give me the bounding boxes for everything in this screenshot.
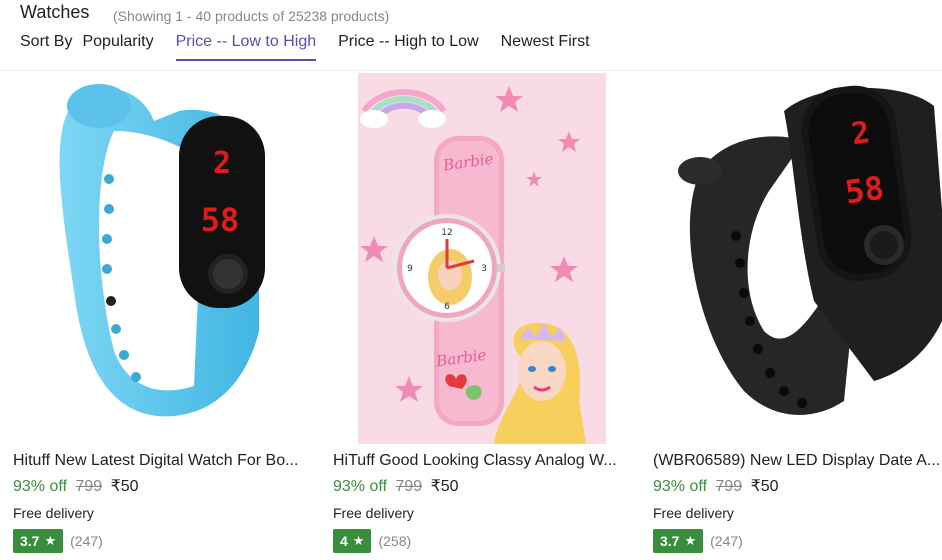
delivery-text: Free delivery <box>333 505 414 521</box>
product-grid: 2 58 Hituff New Latest Digital Watch For… <box>0 70 942 560</box>
black-led-watch-image: 2 58 <box>678 85 942 415</box>
product-card[interactable]: 2 58 Hituff New Latest Digital Watch For… <box>4 71 322 560</box>
product-image[interactable]: 2 58 <box>644 71 942 446</box>
pink-barbie-watch-image: Barbie Barbie 12369 <box>358 73 606 444</box>
rating-row: 3.7 ★ (247) <box>13 529 103 553</box>
svg-text:6: 6 <box>444 302 450 312</box>
product-card[interactable]: 2 58 (WBR06589) New LED Display Date A..… <box>644 71 942 560</box>
rating-value: 3.7 <box>660 533 680 549</box>
led-hour-text: 2 <box>213 146 231 181</box>
product-name[interactable]: HiTuff Good Looking Classy Analog W... <box>333 452 633 470</box>
sort-option-newest-first[interactable]: Newest First <box>501 33 590 59</box>
sort-option-price-low-high[interactable]: Price -- Low to High <box>175 33 317 61</box>
sort-option-price-high-low[interactable]: Price -- High to Low <box>338 33 479 59</box>
rating-row: 4 ★ (258) <box>333 529 411 553</box>
discount-text: 93% off <box>653 478 707 495</box>
results-count: (Showing 1 - 40 products of 25238 produc… <box>113 8 390 24</box>
svg-text:9: 9 <box>407 264 413 274</box>
mrp-text: 799 <box>75 478 103 495</box>
svg-text:12: 12 <box>441 228 452 238</box>
review-count: (258) <box>378 533 412 549</box>
mrp-text: 799 <box>715 478 743 495</box>
review-count: (247) <box>70 533 103 549</box>
product-image[interactable]: Barbie Barbie 12 3 6 9 <box>324 71 642 446</box>
led-minute-text: 58 <box>843 169 886 212</box>
product-card[interactable]: Barbie Barbie 12 3 6 9 HiTuff Good Looki… <box>324 71 642 560</box>
rating-badge: 3.7 ★ <box>13 529 64 553</box>
rating-badge: 3.7 ★ <box>653 529 704 553</box>
blue-led-watch-image: 2 58 <box>59 84 265 417</box>
sort-option-popularity[interactable]: Popularity <box>82 33 153 59</box>
price-row: 93% off 799 ₹50 <box>13 476 139 496</box>
rating-badge: 4 ★ <box>333 529 372 553</box>
product-name[interactable]: Hituff New Latest Digital Watch For Bo..… <box>13 452 313 470</box>
delivery-text: Free delivery <box>653 505 734 521</box>
star-icon: ★ <box>352 533 365 548</box>
price-row: 93% off 799 ₹50 <box>333 476 459 496</box>
star-icon: ★ <box>684 533 697 548</box>
rating-row: 3.7 ★ (247) <box>653 529 743 553</box>
category-title: Watches <box>20 2 90 22</box>
discount-text: 93% off <box>13 478 67 495</box>
svg-text:3: 3 <box>481 264 487 274</box>
sort-by-label: Sort By <box>20 33 73 50</box>
rating-value: 4 <box>340 533 348 549</box>
price-row: 93% off 799 ₹50 <box>653 476 779 496</box>
product-image[interactable]: 2 58 <box>4 71 322 446</box>
review-count: (247) <box>710 533 743 549</box>
delivery-text: Free delivery <box>13 505 94 521</box>
star-icon: ★ <box>44 533 57 548</box>
results-header: Watches (Showing 1 - 40 products of 2523… <box>0 0 942 70</box>
selling-price: ₹50 <box>430 478 459 495</box>
mrp-text: 799 <box>395 478 423 495</box>
selling-price: ₹50 <box>750 478 779 495</box>
discount-text: 93% off <box>333 478 387 495</box>
led-minute-text: 58 <box>201 201 240 239</box>
selling-price: ₹50 <box>110 478 139 495</box>
rating-value: 3.7 <box>20 533 40 549</box>
product-name[interactable]: (WBR06589) New LED Display Date A... <box>653 452 942 470</box>
sort-bar: Sort By Popularity Price -- Low to High … <box>20 33 612 63</box>
